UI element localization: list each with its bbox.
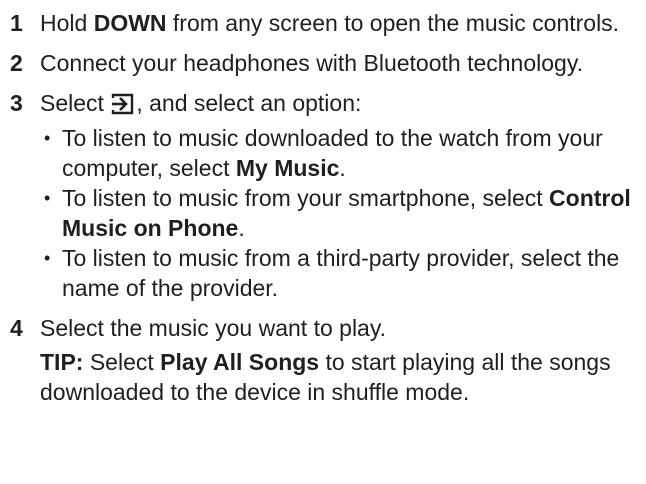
step-number: 2	[10, 50, 23, 76]
step-text: Select , and select an option: • To liste…	[40, 88, 634, 303]
step-3-lead: Select , and select an option:	[40, 88, 634, 123]
bullet: •	[44, 248, 51, 268]
step-text-post: from any screen to open the music contro…	[166, 10, 620, 36]
step-3: 3 Select , and select an option: • To lis…	[10, 88, 634, 303]
step-1: 1 Hold DOWN from any screen to open the …	[10, 8, 634, 38]
step-4: 4 Select the music you want to play.	[10, 313, 634, 343]
bullet-text: To listen to music from a third-party pr…	[62, 245, 620, 301]
list-item: • To listen to music downloaded to the wa…	[40, 123, 634, 183]
arrow-into-bracket-icon	[110, 92, 136, 123]
bullet-text: To listen to music from your smartphone,…	[62, 185, 550, 211]
list-item: • To listen to music from a third-party p…	[40, 243, 634, 303]
step-text-pre: Hold	[40, 10, 94, 36]
option-list: • To listen to music downloaded to the wa…	[40, 123, 634, 303]
instructions: 1 Hold DOWN from any screen to open the …	[0, 0, 646, 484]
step-text: Connect your headphones with Bluetooth t…	[40, 50, 584, 76]
play-all-songs-label: Play All Songs	[160, 349, 320, 375]
step-number: 4	[10, 315, 23, 341]
tip-label: TIP:	[40, 349, 84, 375]
list-item: • To listen to music from your smartphone…	[40, 183, 634, 243]
step-2: 2 Connect your headphones with Bluetooth…	[10, 48, 634, 78]
tip-note: TIP: Select Play All Songs to start play…	[40, 347, 634, 407]
bullet-text-post: .	[238, 215, 245, 241]
my-music-label: My Music	[235, 155, 340, 181]
tip-text-pre: Select	[83, 349, 161, 375]
bullet: •	[44, 128, 51, 148]
bullet: •	[44, 188, 51, 208]
step-text-pre: Select	[40, 90, 111, 116]
step-text: Hold DOWN from any screen to open the mu…	[40, 8, 634, 38]
down-key-label: DOWN	[93, 10, 167, 36]
bullet-text-post: .	[339, 155, 346, 181]
step-number: 1	[10, 10, 23, 36]
step-number: 3	[10, 90, 23, 116]
step-text-post: , and select an option:	[136, 90, 362, 116]
step-text: Select the music you want to play.	[40, 315, 387, 341]
